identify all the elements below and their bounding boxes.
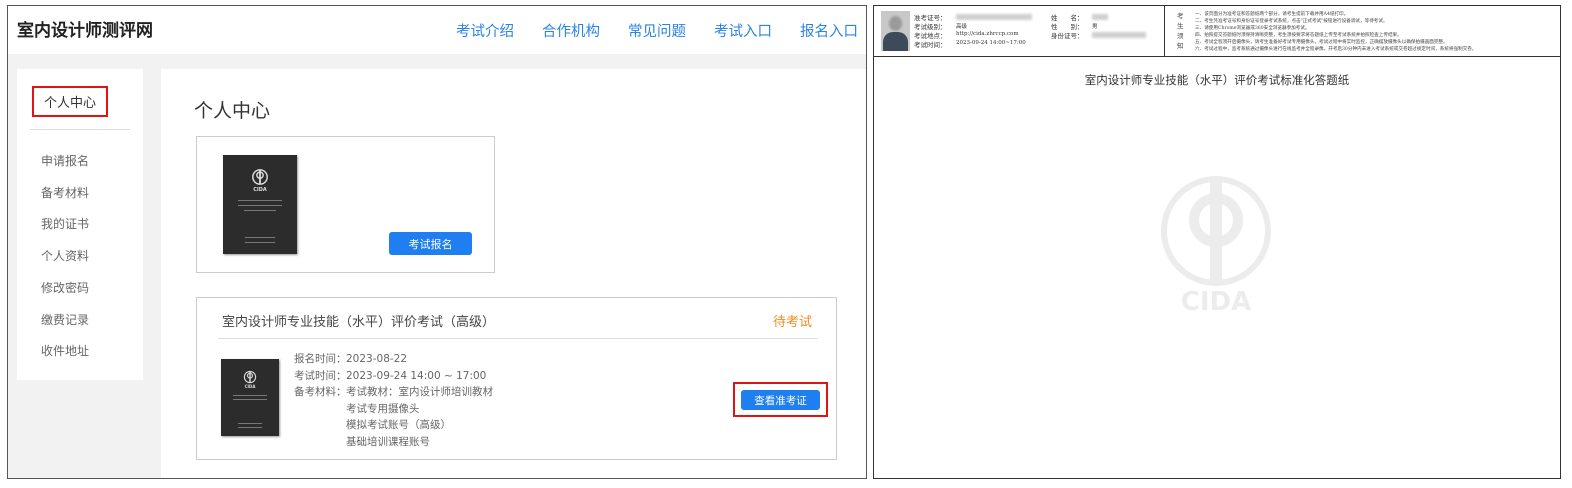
exam-divider [218, 338, 818, 339]
material-item: 基础培训课程账号 [346, 436, 430, 448]
exam-time-label: 考试时间： [294, 370, 347, 382]
nav-exam-entry[interactable]: 考试入口 [714, 20, 772, 41]
material-item: 模拟考试账号（高级） [346, 419, 451, 431]
sidebar-item-apply[interactable]: 申请报名 [41, 152, 89, 169]
view-admit-ticket-button[interactable]: 查看准考证 [741, 390, 820, 410]
exam-card: 室内设计师专业技能（水平）评价考试（高级） 待考试 CIDA 报名时间：2023… [196, 297, 837, 460]
location-value: http://cida.zhrccp.com [956, 31, 1019, 37]
registration-card: CIDA 考试报名 [196, 136, 495, 273]
id-number-redacted [1092, 32, 1146, 38]
exam-time-value: 2023-09-24 14:00 ~ 17:00 [346, 370, 487, 382]
site-logo[interactable]: 室内设计师测评网 [17, 16, 153, 41]
personal-center-window: 室内设计师测评网 考试介绍 合作机构 常见问题 考试入口 报名入口 个人中心 申… [7, 5, 867, 479]
sidebar: 个人中心 申请报名 备考材料 我的证书 个人资料 修改密码 缴费记录 收件地址 [17, 69, 143, 380]
reg-time-value: 2023-08-22 [346, 353, 408, 365]
material-item: 考试专用摄像头 [346, 403, 420, 415]
admit-ticket-document: 准考证号： 考试级别： 高级 考试地点： http://cida.zhrccp.… [873, 5, 1561, 479]
exam-status-badge: 待考试 [772, 315, 812, 330]
exam-title: 室内设计师专业技能（水平）评价考试（高级） [222, 315, 496, 330]
sidebar-item-materials[interactable]: 备考材料 [41, 184, 89, 201]
watermark-text: CIDA [1181, 287, 1251, 316]
cida-watermark-icon: CIDA [1161, 176, 1271, 316]
reg-time-label: 报名时间： [294, 353, 347, 365]
certificate-book-image: CIDA [223, 155, 297, 254]
page-title: 个人中心 [194, 100, 271, 122]
material-item: 考试教材：室内设计师培训教材 [346, 386, 493, 398]
book-emblem-text: CIDA [253, 187, 267, 193]
notice-line: 四、拍照提交答题纸时须保持清晰完整，考生须按要求将答题纸上传至考试系统并拍照检查… [1195, 33, 1402, 38]
apply-exam-button[interactable]: 考试报名 [389, 232, 472, 255]
exam-book-image: CIDA [221, 359, 279, 436]
sidebar-item-address[interactable]: 收件地址 [41, 342, 89, 359]
materials-label: 备考材料： [294, 386, 347, 398]
book-emblem-text: CIDA [244, 384, 256, 389]
candidate-photo [881, 11, 910, 51]
sidebar-item-change-password[interactable]: 修改密码 [41, 279, 89, 296]
cida-logo-icon [243, 370, 257, 384]
main-content: 个人中心 CIDA 考试报名 室内设计师专业技能（水平）评价考试（高级） 待考试 [161, 69, 866, 478]
nav-registration-entry[interactable]: 报名入口 [800, 20, 858, 41]
exam-time-label: 考试时间： [914, 41, 947, 49]
exam-time-value: 2023-09-24 14:00~17:00 [956, 40, 1026, 46]
notice-line: 一、该页面分为准考证和答题纸两个部分，请考生提前下载并用A4纸打印。 [1195, 12, 1349, 17]
answer-sheet-title: 室内设计师专业技能（水平）评价考试标准化答题纸 [1084, 73, 1350, 87]
sidebar-item-profile[interactable]: 个人资料 [41, 247, 89, 264]
header-divider [1164, 6, 1165, 57]
id-number-label: 身份证号： [1051, 32, 1084, 40]
sidebar-item-personal-center[interactable]: 个人中心 [32, 86, 108, 117]
notice-line: 六、考试过程中，监考系统通过摄像头进行在线监考并全程录像。开考后30分钟内未进入… [1195, 47, 1477, 52]
notice-line: 三、请使用Chrome浏览器或360安全浏览器参加考试。 [1195, 26, 1310, 31]
notice-line: 五、考试全程须开启摄像头，请考生准备好考试专用摄像头，考试过程中将实时监控，正确… [1195, 40, 1448, 45]
materials-row: 备考材料：考试教材：室内设计师培训教材 [294, 384, 493, 399]
sidebar-divider [30, 129, 130, 130]
reg-time-row: 报名时间：2023-08-22 [294, 351, 407, 366]
sidebar-item-certificates[interactable]: 我的证书 [41, 215, 89, 232]
sidebar-item-payments[interactable]: 缴费记录 [41, 311, 89, 328]
cida-logo-icon [252, 169, 268, 185]
top-nav: 考试介绍 合作机构 常见问题 考试入口 报名入口 [456, 6, 866, 54]
gender-value: 男 [1092, 24, 1098, 30]
admit-ticket-header: 准考证号： 考试级别： 高级 考试地点： http://cida.zhrccp.… [874, 6, 1560, 57]
level-value: 高级 [956, 24, 968, 30]
notice-line: 二、考生凭准考证号和身份证号登录考试系统，点击"正式考试"按钮进行设备调试，等待… [1195, 19, 1388, 24]
nav-exam-intro[interactable]: 考试介绍 [456, 20, 514, 41]
nav-faq[interactable]: 常见问题 [628, 20, 686, 41]
name-redacted [1092, 14, 1108, 20]
ticket-number-redacted [956, 14, 1032, 20]
view-admit-highlight: 查看准考证 [733, 382, 828, 417]
site-header: 室内设计师测评网 考试介绍 合作机构 常见问题 考试入口 报名入口 [8, 6, 866, 54]
nav-partners[interactable]: 合作机构 [542, 20, 600, 41]
exam-time-row: 考试时间：2023-09-24 14:00 ~ 17:00 [294, 368, 486, 383]
